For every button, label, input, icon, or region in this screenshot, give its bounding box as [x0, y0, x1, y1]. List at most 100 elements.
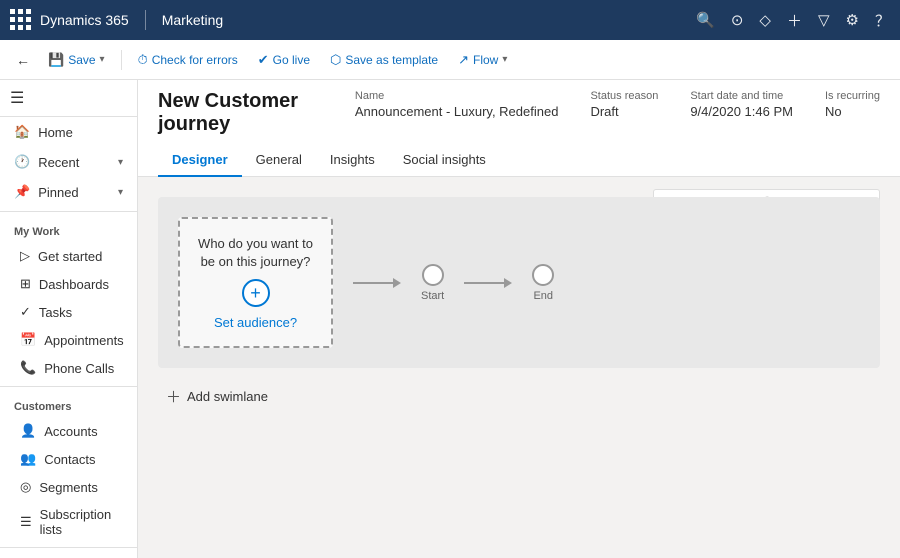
flow-connector-1 [353, 278, 401, 288]
audience-prompt: Who do you want to be on this journey? [196, 235, 315, 271]
start-node: Start [421, 264, 444, 302]
segments-icon: ◎ [20, 479, 31, 495]
sidebar-divider-2 [0, 386, 137, 387]
tab-general[interactable]: General [242, 144, 316, 177]
checklist-icon[interactable]: ⊙ [731, 11, 744, 29]
save-icon: 💾 [48, 52, 64, 68]
arrow-stem-2 [464, 282, 504, 284]
tab-bar: Designer General Insights Social insight… [158, 144, 880, 176]
flow-button[interactable]: ↗ Flow ▾ [450, 48, 515, 72]
top-nav-bar: Dynamics 365 Marketing 🔍 ⊙ ◇ ＋ ▽ ⚙ ？ [0, 0, 900, 40]
accounts-icon: 👤 [20, 423, 36, 439]
meta-recurring: Is recurring No [825, 90, 880, 119]
sidebar-item-phone-calls[interactable]: 📞 Phone Calls [0, 354, 137, 382]
tab-insights[interactable]: Insights [316, 144, 389, 177]
action-toolbar: ← 💾 Save ▾ ⏱ Check for errors ✔ Go live … [0, 40, 900, 80]
go-live-icon: ✔ [258, 52, 269, 68]
sidebar-item-pinned[interactable]: 📌 Pinned ▾ [0, 177, 137, 207]
sidebar-item-segments[interactable]: ◎ Segments [0, 473, 137, 501]
home-icon: 🏠 [14, 124, 30, 140]
sidebar-item-subscription-lists[interactable]: ☰ Subscription lists [0, 501, 137, 543]
sidebar-item-get-started[interactable]: ▷ Get started [0, 242, 137, 270]
pinned-icon: 📌 [14, 184, 30, 200]
save-template-button[interactable]: ⬡ Save as template [322, 48, 446, 72]
brand-name: Dynamics 365 [40, 12, 129, 28]
page-header: New Customer journey Name Announcement -… [138, 80, 900, 177]
recent-expand-icon[interactable]: ▾ [118, 157, 123, 168]
save-template-icon: ⬡ [330, 52, 341, 68]
back-button[interactable]: ← [10, 48, 36, 72]
designer-canvas[interactable]: ↩ ↪ ✏ ⊡ 🔍 100% ⊕ ⛶ Who do you want to be… [138, 177, 900, 558]
meta-name: Name Announcement - Luxury, Redefined [355, 90, 559, 119]
add-audience-button[interactable]: + [242, 279, 270, 307]
sidebar-item-recent[interactable]: 🕐 Recent ▾ [0, 147, 137, 177]
arrow-head-2 [504, 278, 512, 288]
main-layout: ☰ 🏠 Home 🕐 Recent ▾ 📌 Pinned ▾ My Work ▷… [0, 80, 900, 558]
flow-dropdown-arrow[interactable]: ▾ [502, 54, 507, 65]
start-node-label: Start [421, 290, 444, 302]
add-icon[interactable]: ＋ [787, 10, 802, 31]
section-my-work: My Work [0, 216, 137, 242]
subscription-icon: ☰ [20, 514, 32, 530]
flow-icon: ↗ [458, 52, 469, 68]
location-icon[interactable]: ◇ [759, 11, 771, 29]
app-grid-icon[interactable] [10, 9, 32, 31]
meta-datetime: Start date and time 9/4/2020 1:46 PM [690, 90, 793, 119]
filter-icon[interactable]: ▽ [818, 11, 830, 29]
settings-icon[interactable]: ⚙ [846, 11, 859, 29]
appointments-icon: 📅 [20, 332, 36, 348]
tasks-icon: ✓ [20, 304, 31, 320]
recent-icon: 🕐 [14, 154, 30, 170]
content-area: New Customer journey Name Announcement -… [138, 80, 900, 558]
arrow-1 [353, 278, 401, 288]
contacts-icon: 👥 [20, 451, 36, 467]
save-dropdown-arrow[interactable]: ▾ [100, 54, 105, 65]
page-header-top: New Customer journey Name Announcement -… [158, 90, 880, 136]
sidebar-divider-3 [0, 547, 137, 548]
nav-icons-area: 🔍 ⊙ ◇ ＋ ▽ ⚙ ？ [696, 10, 890, 31]
module-name: Marketing [162, 12, 223, 28]
add-swimlane-button[interactable]: ＋ Add swimlane [158, 382, 276, 411]
tab-designer[interactable]: Designer [158, 144, 242, 177]
meta-status: Status reason Draft [590, 90, 658, 119]
brand-divider [145, 10, 146, 30]
swimlane: Who do you want to be on this journey? +… [158, 197, 880, 368]
sidebar-divider-1 [0, 211, 137, 212]
end-node-circle[interactable] [532, 264, 554, 286]
audience-box[interactable]: Who do you want to be on this journey? +… [178, 217, 333, 348]
page-meta: Name Announcement - Luxury, Redefined St… [355, 90, 880, 119]
set-audience-link[interactable]: Set audience? [214, 315, 297, 330]
sidebar-header: ☰ [0, 80, 137, 117]
end-node: End [532, 264, 554, 302]
help-icon[interactable]: ？ [875, 10, 890, 31]
hamburger-icon[interactable]: ☰ [10, 88, 24, 108]
sidebar: ☰ 🏠 Home 🕐 Recent ▾ 📌 Pinned ▾ My Work ▷… [0, 80, 138, 558]
start-node-circle[interactable] [422, 264, 444, 286]
search-icon[interactable]: 🔍 [696, 11, 715, 29]
check-errors-icon: ⏱ [138, 52, 148, 68]
save-button[interactable]: 💾 Save ▾ [40, 48, 113, 72]
arrow-stem-1 [353, 282, 393, 284]
tab-social-insights[interactable]: Social insights [389, 144, 500, 177]
sidebar-item-contacts[interactable]: 👥 Contacts [0, 445, 137, 473]
go-live-button[interactable]: ✔ Go live [250, 48, 318, 72]
page-title: New Customer journey [158, 90, 355, 136]
get-started-icon: ▷ [20, 248, 30, 264]
check-errors-button[interactable]: ⏱ Check for errors [130, 48, 246, 72]
brand-area: Dynamics 365 Marketing [10, 9, 223, 31]
section-marketing-execution: Marketing execution [0, 552, 137, 558]
arrow-head-1 [393, 278, 401, 288]
sidebar-item-home[interactable]: 🏠 Home [0, 117, 137, 147]
flow-connector-2 [464, 278, 512, 288]
section-customers: Customers [0, 391, 137, 417]
pinned-expand-icon[interactable]: ▾ [118, 187, 123, 198]
sidebar-item-accounts[interactable]: 👤 Accounts [0, 417, 137, 445]
sidebar-item-appointments[interactable]: 📅 Appointments [0, 326, 137, 354]
arrow-2 [464, 278, 512, 288]
sidebar-item-tasks[interactable]: ✓ Tasks [0, 298, 137, 326]
dashboards-icon: ⊞ [20, 276, 31, 292]
toolbar-sep-1 [121, 50, 122, 70]
sidebar-item-dashboards[interactable]: ⊞ Dashboards [0, 270, 137, 298]
phone-icon: 📞 [20, 360, 36, 376]
add-swimlane-plus-icon: ＋ [166, 386, 181, 407]
